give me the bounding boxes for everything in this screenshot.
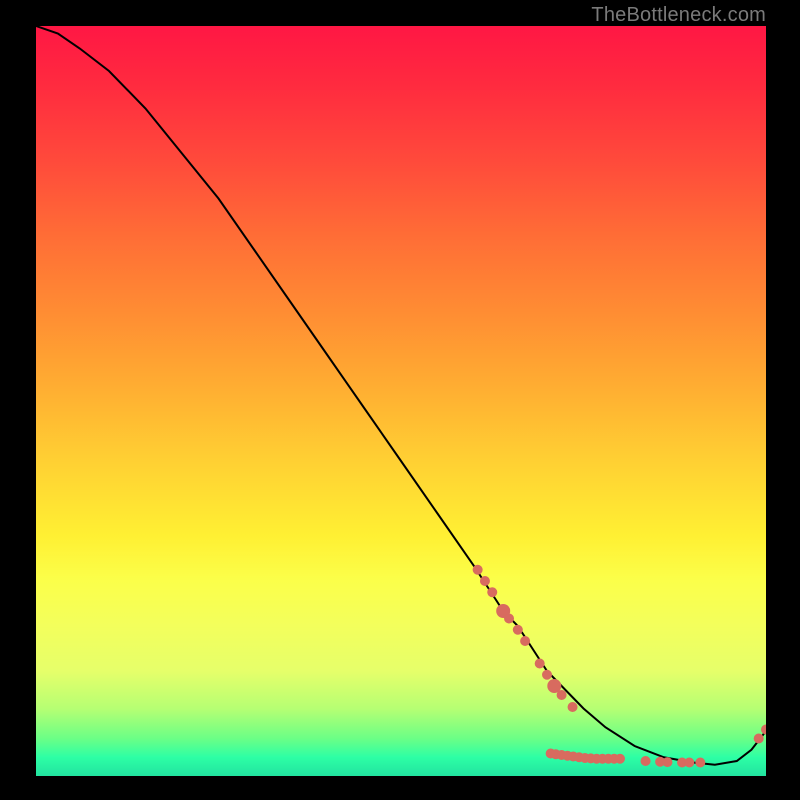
data-point (542, 670, 552, 680)
data-point (684, 758, 694, 768)
data-point (641, 756, 651, 766)
chart-svg (36, 26, 766, 776)
bottleneck-curve (36, 26, 766, 765)
data-point (513, 625, 523, 635)
data-point (662, 757, 672, 767)
data-point (504, 614, 514, 624)
data-point (761, 725, 766, 735)
data-point (754, 734, 764, 744)
data-point (615, 754, 625, 764)
data-point (568, 702, 578, 712)
data-point (535, 659, 545, 669)
data-point (520, 636, 530, 646)
data-point (473, 565, 483, 575)
watermark-text: TheBottleneck.com (591, 4, 766, 27)
data-point (487, 587, 497, 597)
data-point (557, 690, 567, 700)
plot-area (36, 26, 766, 776)
data-point (695, 758, 705, 768)
chart-container: TheBottleneck.com (0, 0, 800, 800)
data-point (480, 576, 490, 586)
